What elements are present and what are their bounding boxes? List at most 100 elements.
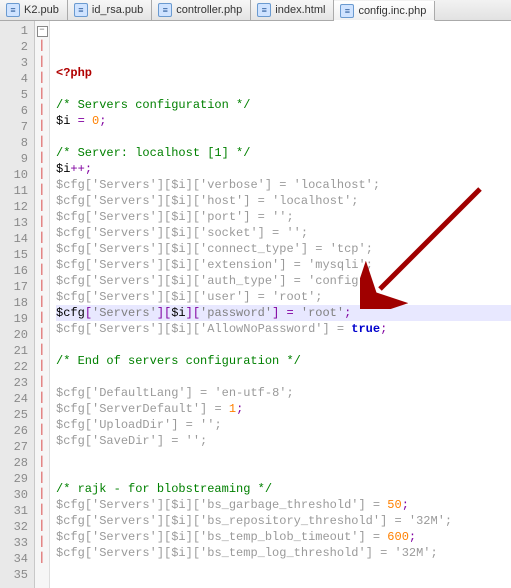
code-line[interactable]: $cfg['Servers'][$i]['password'] = 'root'… (56, 305, 511, 321)
code-line[interactable] (56, 577, 511, 588)
line-number: 13 (0, 215, 34, 231)
code-line[interactable]: $cfg['Servers'][$i]['AllowNoPassword'] =… (56, 321, 511, 337)
fold-cell: │ (35, 151, 49, 167)
fold-cell: │ (35, 279, 49, 295)
code-line[interactable]: /* Servers configuration */ (56, 97, 511, 113)
fold-cell: │ (35, 359, 49, 375)
fold-cell: │ (35, 71, 49, 87)
tab-label: controller.php (176, 4, 242, 16)
line-number: 28 (0, 455, 34, 471)
tab-id_rsa-pub[interactable]: ≡id_rsa.pub (68, 0, 152, 20)
code-line[interactable]: $cfg['Servers'][$i]['connect_type'] = 't… (56, 241, 511, 257)
code-line[interactable]: $i = 0; (56, 113, 511, 129)
code-line[interactable]: $cfg['Servers'][$i]['bs_garbage_threshol… (56, 497, 511, 513)
fold-cell: │ (35, 87, 49, 103)
line-number: 10 (0, 167, 34, 183)
code-line[interactable]: $cfg['UploadDir'] = ''; (56, 417, 511, 433)
code-line[interactable]: $cfg['SaveDir'] = ''; (56, 433, 511, 449)
fold-toggle-icon[interactable]: − (37, 26, 48, 37)
line-number: 21 (0, 343, 34, 359)
line-number: 34 (0, 551, 34, 567)
fold-cell: │ (35, 103, 49, 119)
fold-cell: │ (35, 503, 49, 519)
tab-bar: ≡K2.pub≡id_rsa.pub≡controller.php≡index.… (0, 0, 511, 21)
fold-cell: │ (35, 199, 49, 215)
fold-cell: │ (35, 119, 49, 135)
line-number: 2 (0, 39, 34, 55)
fold-column: −│││││││││││││││││││││││││││││││││ (35, 21, 50, 588)
code-line[interactable]: $i++; (56, 161, 511, 177)
fold-cell: │ (35, 423, 49, 439)
line-number: 27 (0, 439, 34, 455)
code-view[interactable]: <?php /* Servers configuration */$i = 0;… (50, 21, 511, 588)
tab-label: K2.pub (24, 4, 59, 16)
tab-controller-php[interactable]: ≡ controller.php (152, 0, 251, 20)
code-line[interactable] (56, 337, 511, 353)
fold-cell: │ (35, 455, 49, 471)
file-icon: ≡ (6, 3, 20, 17)
tab-config-inc-php[interactable]: ≡ config.inc.php (334, 1, 435, 21)
line-number: 4 (0, 71, 34, 87)
code-line[interactable]: $cfg['Servers'][$i]['socket'] = ''; (56, 225, 511, 241)
line-number: 19 (0, 311, 34, 327)
line-number: 8 (0, 135, 34, 151)
line-number: 30 (0, 487, 34, 503)
fold-cell: │ (35, 519, 49, 535)
code-line[interactable]: $cfg['Servers'][$i]['verbose'] = 'localh… (56, 177, 511, 193)
code-line[interactable]: $cfg['ServerDefault'] = 1; (56, 401, 511, 417)
fold-cell: │ (35, 183, 49, 199)
fold-cell: │ (35, 327, 49, 343)
line-number: 9 (0, 151, 34, 167)
line-number: 14 (0, 231, 34, 247)
fold-cell: │ (35, 231, 49, 247)
code-line[interactable] (56, 129, 511, 145)
code-line[interactable]: $cfg['DefaultLang'] = 'en-utf-8'; (56, 385, 511, 401)
line-number: 24 (0, 391, 34, 407)
line-number: 17 (0, 279, 34, 295)
fold-cell: │ (35, 487, 49, 503)
file-icon: ≡ (158, 3, 172, 17)
tab-label: id_rsa.pub (92, 4, 143, 16)
line-number: 25 (0, 407, 34, 423)
fold-cell: │ (35, 39, 49, 55)
code-line[interactable]: <?php (56, 65, 511, 81)
code-line[interactable]: $cfg['Servers'][$i]['port'] = ''; (56, 209, 511, 225)
code-line[interactable] (56, 465, 511, 481)
fold-cell: │ (35, 343, 49, 359)
line-number: 20 (0, 327, 34, 343)
tab-label: config.inc.php (358, 5, 426, 17)
fold-cell: │ (35, 135, 49, 151)
line-number: 23 (0, 375, 34, 391)
line-number: 3 (0, 55, 34, 71)
code-line[interactable] (56, 561, 511, 577)
file-icon: ≡ (257, 3, 271, 17)
file-icon: ≡ (340, 4, 354, 18)
line-number: 35 (0, 567, 34, 583)
tab-k2-pub[interactable]: ≡ K2.pub (0, 0, 68, 20)
line-number: 16 (0, 263, 34, 279)
code-line[interactable] (56, 449, 511, 465)
code-line[interactable]: $cfg['Servers'][$i]['auth_type'] = 'conf… (56, 273, 511, 289)
code-line[interactable] (56, 81, 511, 97)
code-line[interactable]: /* Server: localhost [1] */ (56, 145, 511, 161)
line-number: 1 (0, 23, 34, 39)
code-line[interactable]: $cfg['Servers'][$i]['user'] = 'root'; (56, 289, 511, 305)
fold-cell: │ (35, 471, 49, 487)
fold-cell: │ (35, 295, 49, 311)
tab-index-html[interactable]: ≡index.html (251, 0, 334, 20)
code-line[interactable]: $cfg['Servers'][$i]['bs_temp_log_thresho… (56, 545, 511, 561)
line-number: 26 (0, 423, 34, 439)
code-line[interactable]: $cfg['Servers'][$i]['extension'] = 'mysq… (56, 257, 511, 273)
code-line[interactable]: $cfg['Servers'][$i]['bs_temp_blob_timeou… (56, 529, 511, 545)
fold-cell: │ (35, 439, 49, 455)
code-line[interactable]: /* rajk - for blobstreaming */ (56, 481, 511, 497)
fold-cell: │ (35, 167, 49, 183)
fold-cell: │ (35, 375, 49, 391)
code-line[interactable]: $cfg['Servers'][$i]['host'] = 'localhost… (56, 193, 511, 209)
fold-cell: │ (35, 311, 49, 327)
code-line[interactable] (56, 369, 511, 385)
line-number: 18 (0, 295, 34, 311)
fold-cell: │ (35, 407, 49, 423)
code-line[interactable]: $cfg['Servers'][$i]['bs_repository_thres… (56, 513, 511, 529)
code-line[interactable]: /* End of servers configuration */ (56, 353, 511, 369)
